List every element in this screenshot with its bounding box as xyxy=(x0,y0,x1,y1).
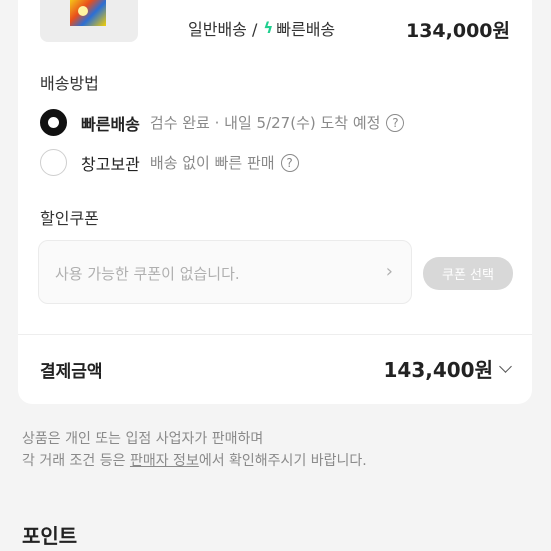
help-icon[interactable]: ? xyxy=(386,113,405,132)
delivery-method-title: 배송방법 xyxy=(40,74,99,93)
delivery-option-desc: 배송 없이 빠른 판매 xyxy=(149,154,275,172)
product-image xyxy=(70,0,106,26)
payment-amount-label: 결제금액 xyxy=(40,362,103,382)
seller-notice: 상품은 개인 또는 입점 사업자가 판매하며 각 거래 조건 등은 판매자 정보… xyxy=(22,428,367,472)
divider xyxy=(18,334,532,335)
coupon-select-field[interactable]: 사용 가능한 쿠폰이 없습니다. › xyxy=(38,240,412,304)
radio-unselected[interactable] xyxy=(40,149,67,176)
shipping-types-text: 일반배송 / xyxy=(188,20,258,39)
seller-info-link[interactable]: 판매자 정보 xyxy=(130,453,199,469)
product-thumbnail xyxy=(40,0,138,42)
delivery-option-label: 창고보관 xyxy=(81,154,140,174)
order-summary-card: 일반배송 / ϟ 빠른배송 134,000원 배송방법 빠른배송 검수 완료 ·… xyxy=(18,0,532,404)
notice-suffix: 에서 확인해주시기 바랍니다. xyxy=(198,453,367,469)
payment-amount-value: 143,400원 xyxy=(383,358,494,382)
radio-selected[interactable] xyxy=(40,109,67,136)
notice-line-2: 각 거래 조건 등은 판매자 정보에서 확인해주시기 바랍니다. xyxy=(22,450,367,472)
notice-line-1: 상품은 개인 또는 입점 사업자가 판매하며 xyxy=(22,431,264,447)
coupon-select-button[interactable]: 쿠폰 선택 xyxy=(423,257,513,290)
fast-shipping-text: 빠른배송 xyxy=(276,20,336,39)
chevron-right-icon: › xyxy=(385,261,393,282)
shipping-types: 일반배송 / ϟ 빠른배송 xyxy=(188,16,335,40)
delivery-option-label: 빠른배송 xyxy=(81,114,140,134)
chevron-down-icon xyxy=(499,359,512,373)
delivery-option-fast[interactable]: 빠른배송 검수 완료 · 내일 5/27(수) 도착 예정 ? xyxy=(40,109,405,136)
coupon-title: 할인쿠폰 xyxy=(40,209,99,228)
delivery-option-desc: 검수 완료 · 내일 5/27(수) 도착 예정 xyxy=(149,114,381,132)
lightning-icon: ϟ xyxy=(263,19,274,37)
product-price: 134,000원 xyxy=(405,20,510,42)
notice-prefix: 각 거래 조건 등은 xyxy=(22,453,130,469)
help-icon[interactable]: ? xyxy=(280,153,299,172)
points-title: 포인트 xyxy=(22,524,78,548)
payment-amount-toggle[interactable]: 143,400원 xyxy=(383,354,512,383)
delivery-option-storage[interactable]: 창고보관 배송 없이 빠른 판매 ? xyxy=(40,149,299,176)
coupon-placeholder: 사용 가능한 쿠폰이 없습니다. xyxy=(55,265,240,283)
